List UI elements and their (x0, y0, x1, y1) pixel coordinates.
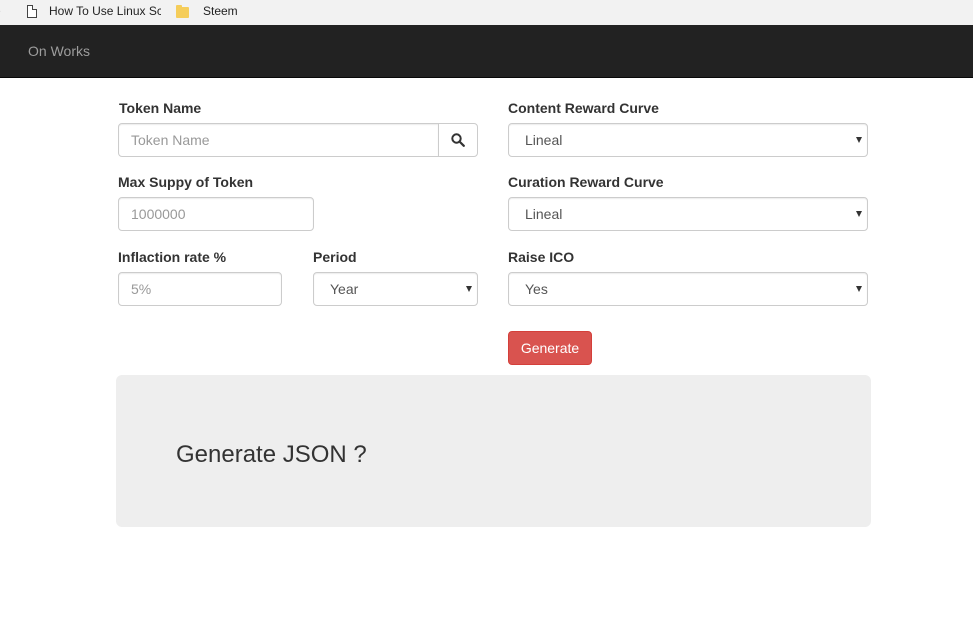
search-button[interactable] (438, 123, 478, 157)
token-name-input[interactable] (118, 123, 439, 157)
curation-reward-select[interactable]: Lineal (508, 197, 868, 231)
navbar: On Works (0, 25, 973, 78)
bookmark-truncated[interactable]: e (0, 4, 1, 18)
max-supply-input[interactable] (118, 197, 314, 231)
period-selected-value: Year (330, 281, 359, 297)
content-reward-select[interactable]: Lineal (508, 123, 868, 157)
content-reward-selected-value: Lineal (525, 132, 563, 148)
inflation-rate-input[interactable] (118, 272, 282, 306)
result-text: Generate JSON ? (176, 441, 367, 468)
bookmark-label: How To Use Linux Scr (49, 4, 161, 18)
caret-down-icon (466, 286, 472, 292)
max-supply-label: Max Suppy of Token (118, 174, 254, 190)
raise-ico-label: Raise ICO (508, 249, 575, 265)
bookmark-steem[interactable]: Steem (176, 4, 238, 18)
search-icon (451, 133, 465, 147)
caret-down-icon (856, 137, 862, 143)
bookmark-truncated-label: e (0, 4, 1, 18)
token-name-label: Token Name (119, 100, 202, 116)
raise-ico-select[interactable]: Yes (508, 272, 868, 306)
navbar-brand[interactable]: On Works (28, 43, 90, 59)
caret-down-icon (856, 286, 862, 292)
period-label: Period (313, 249, 357, 265)
bookmark-linux-screen[interactable]: How To Use Linux Scr (27, 4, 161, 18)
result-panel: Generate JSON ? (116, 375, 871, 527)
bookmarks-bar: e How To Use Linux Scr Steem (0, 0, 973, 25)
caret-down-icon (856, 211, 862, 217)
folder-icon (176, 4, 189, 18)
bookmark-label: Steem (203, 4, 238, 18)
curation-reward-selected-value: Lineal (525, 206, 563, 222)
period-select[interactable]: Year (313, 272, 478, 306)
raise-ico-selected-value: Yes (525, 281, 548, 297)
inflation-rate-label: Inflaction rate % (118, 249, 227, 265)
curation-reward-label: Curation Reward Curve (508, 174, 664, 190)
page-icon (27, 4, 37, 18)
generate-button[interactable]: Generate (508, 331, 592, 365)
content-reward-label: Content Reward Curve (508, 100, 659, 116)
